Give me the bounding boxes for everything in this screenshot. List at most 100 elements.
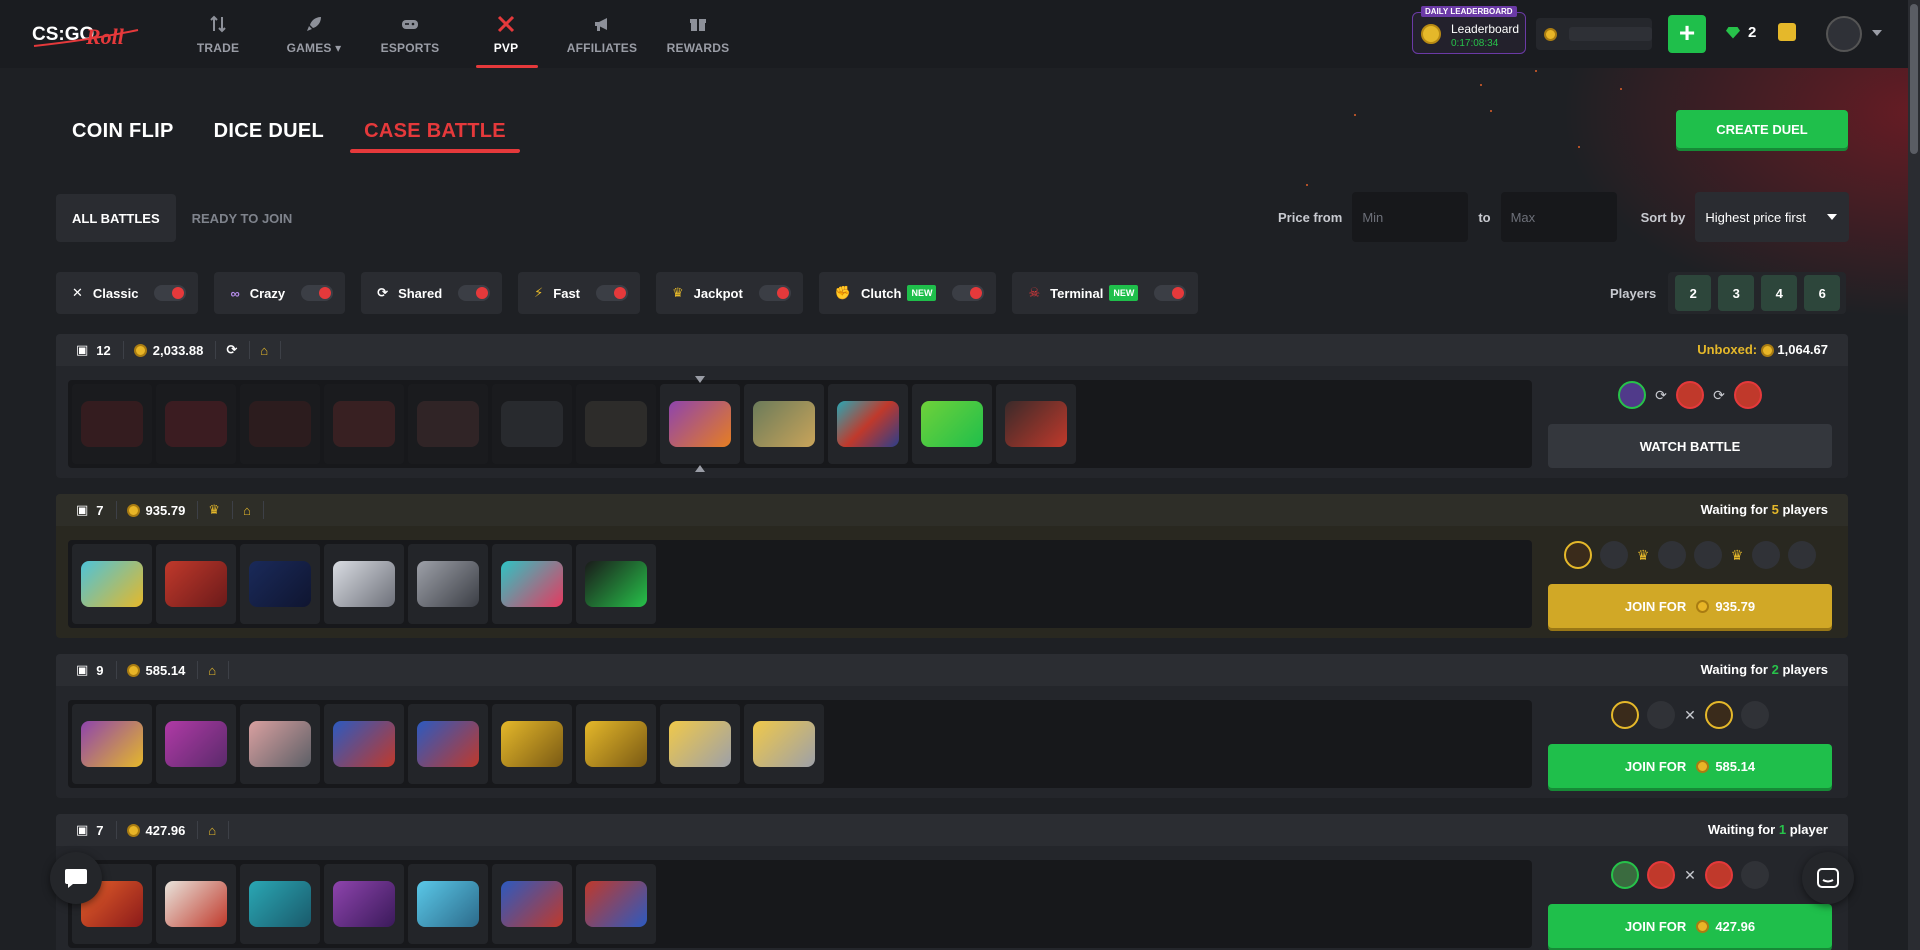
toggle-switch[interactable] bbox=[154, 285, 187, 301]
empty-slot[interactable] bbox=[1694, 541, 1722, 569]
leaderboard-widget[interactable]: DAILY LEADERBOARD Leaderboard 0:17:08:34 bbox=[1412, 6, 1526, 54]
toggle-switch[interactable] bbox=[596, 285, 629, 301]
case-item[interactable] bbox=[408, 864, 488, 944]
join-battle-button[interactable]: JOIN FOR 585.14 bbox=[1548, 744, 1832, 788]
case-item[interactable] bbox=[660, 704, 740, 784]
toggle-switch[interactable] bbox=[301, 285, 334, 301]
tab-all-battles[interactable]: ALL BATTLES bbox=[56, 194, 176, 242]
case-item[interactable] bbox=[492, 704, 572, 784]
toggle-shared[interactable]: ⟳ Shared bbox=[361, 272, 503, 314]
chest-icon[interactable] bbox=[1778, 23, 1796, 41]
tab-dice-duel[interactable]: DICE DUEL bbox=[214, 120, 324, 143]
case-item[interactable] bbox=[408, 704, 488, 784]
case-item[interactable] bbox=[492, 544, 572, 624]
case-item[interactable] bbox=[744, 704, 824, 784]
case-item[interactable] bbox=[828, 384, 908, 464]
empty-slot[interactable] bbox=[1752, 541, 1780, 569]
player-avatar[interactable] bbox=[1611, 701, 1639, 729]
case-item[interactable] bbox=[576, 704, 656, 784]
empty-slot[interactable] bbox=[1788, 541, 1816, 569]
scrollbar-thumb[interactable] bbox=[1910, 4, 1918, 154]
case-item[interactable] bbox=[156, 384, 236, 464]
case-item[interactable] bbox=[408, 544, 488, 624]
case-item[interactable] bbox=[324, 384, 404, 464]
players-option-3[interactable]: 3 bbox=[1718, 275, 1755, 311]
player-avatar[interactable] bbox=[1705, 861, 1733, 889]
empty-slot[interactable] bbox=[1741, 861, 1769, 889]
case-item[interactable] bbox=[72, 384, 152, 464]
case-item[interactable] bbox=[240, 384, 320, 464]
case-item[interactable] bbox=[492, 384, 572, 464]
price-max-input[interactable]: Max bbox=[1500, 192, 1617, 242]
case-item[interactable] bbox=[240, 704, 320, 784]
case-item[interactable] bbox=[72, 704, 152, 784]
toggle-switch[interactable] bbox=[458, 285, 491, 301]
nav-esports[interactable]: ESPORTS bbox=[362, 0, 458, 68]
empty-slot[interactable] bbox=[1647, 701, 1675, 729]
balance-display[interactable] bbox=[1536, 18, 1652, 50]
player-avatar[interactable] bbox=[1676, 381, 1704, 409]
toggle-classic[interactable]: ✕ Classic bbox=[56, 272, 199, 314]
case-item[interactable] bbox=[744, 384, 824, 464]
empty-slot[interactable] bbox=[1741, 701, 1769, 729]
price-min-input[interactable]: Min bbox=[1352, 192, 1469, 242]
case-item[interactable] bbox=[996, 384, 1076, 464]
tab-coin-flip[interactable]: COIN FLIP bbox=[72, 120, 174, 143]
toggle-switch[interactable] bbox=[758, 285, 791, 301]
nav-games[interactable]: GAMES ▾ bbox=[266, 0, 362, 68]
csgoroll-logo[interactable]: CS:GO Roll bbox=[30, 16, 142, 52]
toggle-switch[interactable] bbox=[952, 285, 985, 301]
players-option-2[interactable]: 2 bbox=[1675, 275, 1712, 311]
case-item-current[interactable] bbox=[660, 376, 740, 472]
toggle-fast[interactable]: ⚡ Fast bbox=[518, 272, 641, 314]
empty-slot[interactable] bbox=[1600, 541, 1628, 569]
nav-affiliates[interactable]: AFFILIATES bbox=[554, 0, 650, 68]
player-avatar[interactable] bbox=[1734, 381, 1762, 409]
player-avatar[interactable] bbox=[1564, 541, 1592, 569]
join-battle-button[interactable]: JOIN FOR 935.79 bbox=[1548, 584, 1832, 628]
toggle-switch[interactable] bbox=[1154, 285, 1187, 301]
toggle-clutch[interactable]: ✊ Clutch NEW bbox=[818, 272, 997, 314]
case-item[interactable] bbox=[240, 544, 320, 624]
player-avatar[interactable] bbox=[1618, 381, 1646, 409]
case-item[interactable] bbox=[576, 864, 656, 944]
case-item[interactable] bbox=[324, 704, 404, 784]
case-item[interactable] bbox=[156, 864, 236, 944]
case-item[interactable] bbox=[576, 544, 656, 624]
empty-slot[interactable] bbox=[1658, 541, 1686, 569]
case-item[interactable] bbox=[408, 384, 488, 464]
players-option-6[interactable]: 6 bbox=[1804, 275, 1841, 311]
case-item[interactable] bbox=[72, 544, 152, 624]
gems-counter[interactable]: 2 bbox=[1726, 24, 1756, 41]
player-avatar[interactable] bbox=[1611, 861, 1639, 889]
toggle-crazy[interactable]: ∞ Crazy bbox=[214, 272, 346, 314]
case-item[interactable] bbox=[576, 384, 656, 464]
player-avatar[interactable] bbox=[1705, 701, 1733, 729]
player-avatar[interactable] bbox=[1647, 861, 1675, 889]
user-avatar[interactable] bbox=[1826, 16, 1862, 52]
tab-case-battle[interactable]: CASE BATTLE bbox=[364, 120, 506, 143]
chat-button[interactable] bbox=[50, 852, 102, 904]
toggle-terminal[interactable]: ☠ Terminal NEW bbox=[1012, 272, 1199, 314]
case-item[interactable] bbox=[492, 864, 572, 944]
nav-rewards[interactable]: REWARDS bbox=[650, 0, 746, 68]
case-item[interactable] bbox=[240, 864, 320, 944]
case-item[interactable] bbox=[156, 704, 236, 784]
sort-select[interactable]: Highest price first bbox=[1695, 192, 1850, 242]
join-battle-button[interactable]: JOIN FOR 427.96 bbox=[1548, 904, 1832, 948]
deposit-button[interactable]: + bbox=[1668, 15, 1706, 53]
case-item[interactable] bbox=[324, 544, 404, 624]
tab-ready-to-join[interactable]: READY TO JOIN bbox=[176, 194, 309, 242]
create-duel-button[interactable]: CREATE DUEL bbox=[1676, 110, 1848, 148]
watch-battle-button[interactable]: WATCH BATTLE bbox=[1548, 424, 1832, 468]
nav-trade[interactable]: TRADE bbox=[170, 0, 266, 68]
players-option-4[interactable]: 4 bbox=[1761, 275, 1798, 311]
scrollbar[interactable] bbox=[1908, 0, 1920, 950]
case-item[interactable] bbox=[912, 384, 992, 464]
toggle-jackpot[interactable]: ♛ Jackpot bbox=[656, 272, 803, 314]
nav-pvp[interactable]: PVP bbox=[458, 0, 554, 68]
support-chat-button[interactable] bbox=[1802, 852, 1854, 904]
chevron-down-icon[interactable] bbox=[1872, 30, 1882, 36]
case-item[interactable] bbox=[324, 864, 404, 944]
case-item[interactable] bbox=[156, 544, 236, 624]
